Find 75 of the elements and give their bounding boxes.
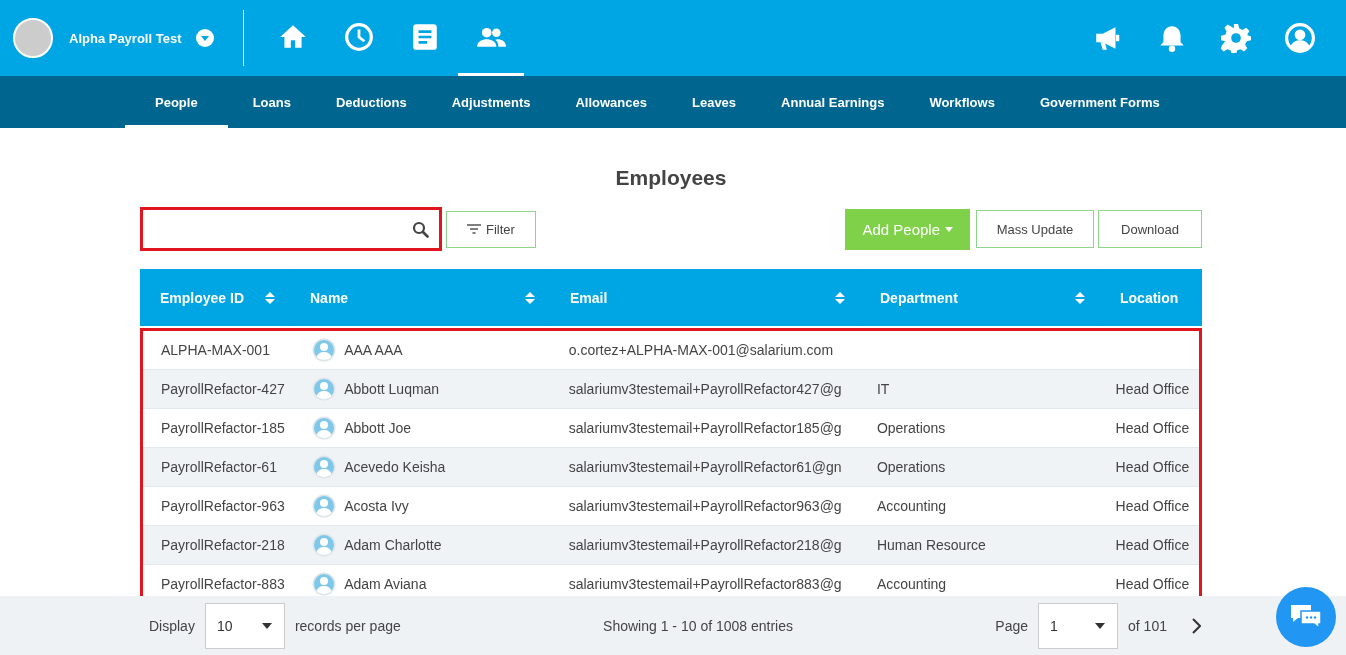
settings-icon[interactable] xyxy=(1220,22,1252,54)
dropdown-icon[interactable] xyxy=(195,28,216,48)
filter-icon xyxy=(467,224,481,234)
table-cell-text: PayrollRefactor-61 xyxy=(160,458,278,477)
table-cell-text: Head Office xyxy=(1114,497,1191,516)
table-cell-text: salariumv3testemail+PayrollRefactor218@g xyxy=(567,536,843,555)
employee-name[interactable]: Abbott Luqman xyxy=(344,381,440,397)
caret-icon xyxy=(1095,622,1106,629)
employee-name[interactable]: Acosta Ivy xyxy=(344,498,409,514)
search-icon xyxy=(412,220,429,238)
table-cell-text: Head Office xyxy=(1114,380,1191,399)
sort-icon[interactable] xyxy=(1075,290,1085,305)
table-cell-text: PayrollRefactor-185 xyxy=(160,419,286,438)
employee-name[interactable]: Adam Aviana xyxy=(344,576,427,592)
employee-name[interactable]: Abbott Joe xyxy=(344,420,412,436)
table-cell-text: Head Office xyxy=(1114,419,1191,438)
display-label: Display xyxy=(149,617,195,634)
search-field[interactable] xyxy=(140,207,442,251)
nav-tab[interactable]: Leaves xyxy=(672,76,757,128)
table-cell-text: PayrollRefactor-218 xyxy=(160,536,286,555)
entries-count: Showing 1 - 10 of 1008 entries xyxy=(603,617,793,634)
table-cell-text: Accounting xyxy=(875,497,948,516)
table-cell-text: salariumv3testemail+PayrollRefactor427@g xyxy=(567,380,843,399)
table-cell-text: Operations xyxy=(875,419,947,438)
employee-name[interactable]: AAA AAA xyxy=(344,342,403,358)
sort-icon[interactable] xyxy=(835,290,845,305)
avatar-icon xyxy=(312,455,337,479)
page-select[interactable]: 1 xyxy=(1038,602,1119,649)
caret-icon xyxy=(261,622,272,629)
employee-name[interactable]: Adam Charlotte xyxy=(344,537,442,553)
nav-tab[interactable]: Annual Earnings xyxy=(761,76,905,128)
sort-icon[interactable] xyxy=(525,290,535,305)
nav-tab[interactable]: Deductions xyxy=(315,76,427,128)
table-cell-text: salariumv3testemail+PayrollRefactor61@gn xyxy=(567,458,843,477)
table-cell-text: Head Office xyxy=(1114,536,1191,555)
records-label: records per page xyxy=(294,617,401,634)
table-cell-text: PayrollRefactor-427 xyxy=(160,380,286,399)
table-cell-text: Human Resource xyxy=(875,536,987,555)
page-total-label: of 101 xyxy=(1128,617,1167,634)
page-size-select[interactable]: 10 xyxy=(204,602,285,649)
filter-button[interactable]: Filter xyxy=(446,210,536,248)
caret-icon xyxy=(945,226,953,232)
table-cell-text: salariumv3testemail+PayrollRefactor185@g xyxy=(567,419,843,438)
avatar-icon xyxy=(312,416,337,440)
user-account-icon[interactable] xyxy=(1284,22,1316,54)
column-header: Location xyxy=(1119,288,1180,308)
table-cell-text: ALPHA-MAX-001 xyxy=(160,341,271,360)
nav-tab[interactable]: People xyxy=(125,76,228,128)
table-cell-text: Head Office xyxy=(1114,458,1191,477)
mass-update-button[interactable]: Mass Update xyxy=(976,210,1094,248)
table-cell-text: Accounting xyxy=(875,575,948,594)
page-label: Page xyxy=(995,617,1029,634)
nav-tab[interactable]: Adjustments xyxy=(431,76,551,128)
table-cell-text: Head Office xyxy=(1114,575,1191,594)
page-title: Employees xyxy=(615,166,727,190)
nav-tab[interactable]: Workflows xyxy=(909,76,1015,128)
nav-tab[interactable]: Government Forms xyxy=(1019,76,1180,128)
table-cell-text: o.cortez+ALPHA-MAX-001@salarium.com xyxy=(567,341,835,360)
download-button[interactable]: Download xyxy=(1098,210,1202,248)
table-cell-text: salariumv3testemail+PayrollRefactor883@g xyxy=(567,575,843,594)
avatar-icon xyxy=(312,377,337,401)
nav-tab[interactable]: Loans xyxy=(232,76,311,128)
table-cell-text: salariumv3testemail+PayrollRefactor963@g xyxy=(567,497,843,516)
table-cell-text: Operations xyxy=(875,458,947,477)
employee-name[interactable]: Acevedo Keisha xyxy=(344,459,446,475)
company-avatar xyxy=(13,18,53,58)
nav-tab[interactable]: Allowances xyxy=(555,76,667,128)
sort-icon[interactable] xyxy=(265,290,275,305)
table-cell-text: PayrollRefactor-963 xyxy=(160,497,286,516)
table-cell-text: PayrollRefactor-883 xyxy=(160,575,286,594)
avatar-icon xyxy=(312,494,337,518)
avatar-icon xyxy=(312,572,337,596)
table-cell-text: IT xyxy=(875,380,891,399)
avatar-icon xyxy=(312,533,337,557)
avatar-icon xyxy=(312,338,337,362)
